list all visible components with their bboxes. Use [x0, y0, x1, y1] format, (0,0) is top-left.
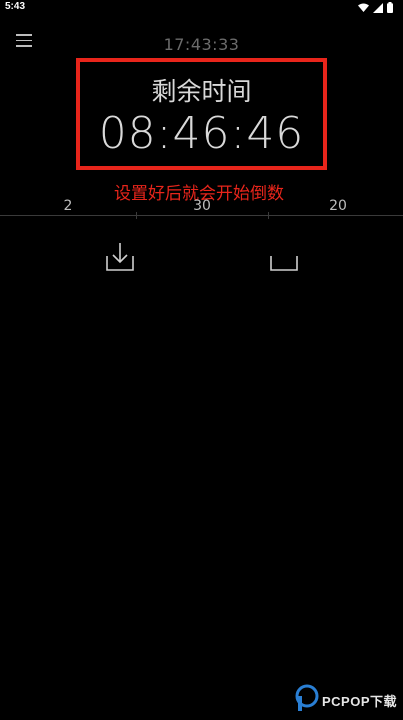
- download-icon[interactable]: [105, 240, 135, 272]
- status-bar: 5:43: [0, 0, 403, 16]
- wifi-icon: [358, 3, 369, 12]
- battery-icon: [387, 2, 393, 13]
- picker-hours[interactable]: 2: [38, 198, 98, 214]
- remaining-time-label: 剩余时间: [151, 77, 252, 106]
- signal-icon: [373, 2, 383, 13]
- watermark-text: PCPOP下载: [321, 693, 397, 709]
- picker-seconds[interactable]: 20: [308, 198, 368, 214]
- stop-icon[interactable]: [269, 240, 299, 272]
- picker-divider: [0, 215, 403, 216]
- picker-tick: [136, 212, 137, 219]
- current-clock: 17:43:33: [163, 35, 240, 54]
- status-time: 5:43: [5, 1, 26, 12]
- picker-minutes[interactable]: 30: [172, 198, 232, 214]
- watermark-logo-icon: [295, 684, 319, 716]
- status-icons: [358, 2, 393, 13]
- watermark: PCPOP下载: [295, 684, 397, 716]
- countdown-display: 08:46:46: [98, 108, 305, 159]
- picker-tick: [268, 212, 269, 219]
